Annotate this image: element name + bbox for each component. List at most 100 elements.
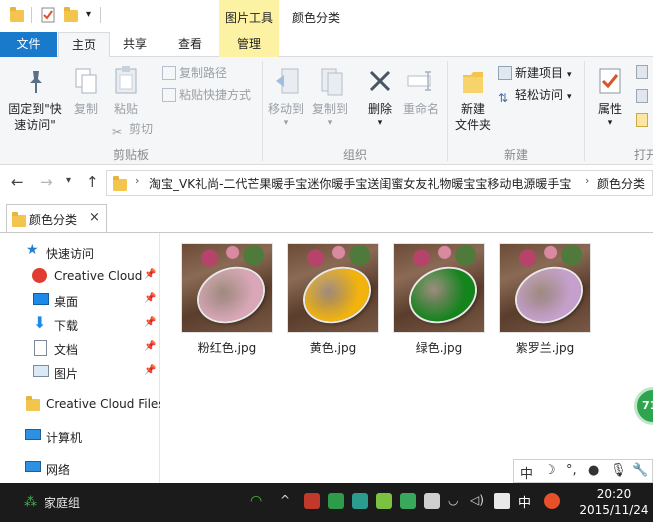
- history-icon[interactable]: [636, 113, 648, 127]
- copy-button[interactable]: 复制: [68, 63, 104, 123]
- breadcrumb-segment-current[interactable]: 颜色分类: [597, 175, 645, 192]
- nav-downloads[interactable]: ⬇ 下载 📌: [0, 313, 160, 335]
- breadcrumb-chevron-icon[interactable]: ›: [585, 174, 589, 187]
- copy-path-button[interactable]: 复制路径: [162, 65, 227, 81]
- show-hidden-icons-chevron-icon[interactable]: ^: [280, 493, 296, 509]
- folder-tab-icon: [12, 212, 26, 227]
- punctuation-icon[interactable]: °,: [566, 463, 577, 478]
- back-arrow-icon[interactable]: ←: [11, 173, 24, 191]
- delete-button[interactable]: 删除 ▾: [360, 63, 400, 137]
- customize-quick-access-icon[interactable]: ▾: [86, 9, 91, 20]
- new-folder-quick-icon[interactable]: [64, 7, 78, 23]
- sogou-icon[interactable]: [544, 493, 560, 509]
- file-thumbnail[interactable]: [181, 243, 273, 333]
- move-to-button[interactable]: 移动到 ▾: [266, 63, 306, 137]
- ime-indicator[interactable]: 中: [518, 492, 531, 511]
- tab-home[interactable]: 主页: [58, 32, 110, 58]
- nav-network[interactable]: 网络: [0, 457, 160, 479]
- address-bar[interactable]: › 淘宝_VK礼尚-二代芒果暖手宝迷你暖手宝送闺蜜女友礼物暖宝宝移动电源暖手宝 …: [106, 170, 653, 196]
- new-folder-button[interactable]: 新建 文件夹: [452, 63, 494, 137]
- pinned-icon: 📌: [144, 293, 157, 304]
- battery-icon[interactable]: [424, 493, 440, 509]
- breadcrumb-segment-parent[interactable]: 淘宝_VK礼尚-二代芒果暖手宝迷你暖手宝送闺蜜女友礼物暖宝宝移动电源暖手宝: [149, 175, 571, 192]
- tray-app-icon[interactable]: [328, 493, 344, 509]
- speed-badge-text: 71: [642, 399, 653, 412]
- close-tab-icon[interactable]: ×: [89, 210, 100, 225]
- open-group-label: 打开: [634, 148, 653, 162]
- nav-creative-cloud-files-label: Creative Cloud Files: [46, 397, 160, 411]
- nav-downloads-label: 下载: [54, 319, 79, 333]
- copy-to-button[interactable]: 复制到 ▾: [308, 63, 352, 137]
- nav-pictures[interactable]: 图片 📌: [0, 361, 160, 383]
- paste-shortcut-label: 粘贴快捷方式: [179, 88, 252, 102]
- user-icon[interactable]: ●: [588, 463, 599, 478]
- nav-creative-cloud-files[interactable]: Creative Cloud Files: [0, 393, 160, 415]
- new-item-button[interactable]: 新建项目 ▾: [498, 65, 572, 83]
- divider: [100, 7, 101, 23]
- homegroup-label[interactable]: 家庭组: [44, 494, 80, 511]
- folder-tab-strip: 颜色分类 ×: [0, 201, 653, 233]
- file-name[interactable]: 紫罗兰.jpg: [490, 339, 600, 356]
- divider: [31, 7, 32, 23]
- cut-button[interactable]: ✂ 剪切: [112, 121, 153, 139]
- tab-view[interactable]: 查看: [168, 32, 212, 57]
- network-tray-icon[interactable]: ◡: [448, 493, 464, 509]
- file-name[interactable]: 粉红色.jpg: [172, 339, 282, 356]
- nav-documents[interactable]: 文档 📌: [0, 337, 160, 359]
- paste-shortcut-button[interactable]: 粘贴快捷方式: [162, 87, 251, 103]
- folder-tab[interactable]: 颜色分类 ×: [6, 204, 107, 232]
- scissors-icon: ✂: [112, 125, 123, 139]
- file-thumbnail[interactable]: [499, 243, 591, 333]
- forward-arrow-icon[interactable]: →: [40, 173, 53, 191]
- moon-icon[interactable]: ☽: [544, 463, 556, 478]
- recent-locations-chevron-icon[interactable]: ▾: [66, 175, 71, 186]
- paste-button[interactable]: 粘贴: [106, 63, 146, 123]
- thumbnail-flowers: [394, 244, 484, 272]
- taskbar: ⁂ 家庭组 ◠ ^ ◡ ◁) 中 20:20 2015/11/24: [0, 483, 653, 522]
- new-folder-label-line2: 文件夹: [454, 118, 491, 132]
- pinned-icon: 📌: [144, 365, 157, 376]
- rename-button[interactable]: 重命名: [400, 63, 442, 137]
- wifi-icon[interactable]: ◠: [250, 493, 266, 509]
- tab-share[interactable]: 共享: [113, 32, 157, 57]
- new-folder-icon: [463, 72, 483, 93]
- nav-creative-cloud[interactable]: Creative Cloud 📌: [0, 265, 160, 287]
- paste-label: 粘贴: [113, 102, 138, 116]
- clock-time: 20:20: [596, 487, 632, 501]
- up-arrow-icon[interactable]: ↑: [86, 173, 99, 191]
- properties-dropdown-icon: ▾: [607, 118, 613, 128]
- file-thumbnail[interactable]: [393, 243, 485, 333]
- network-icon: [25, 461, 41, 472]
- microphone-icon[interactable]: 🎙: [610, 463, 627, 478]
- easy-access-button[interactable]: ⇅ 轻松访问 ▾: [498, 87, 572, 105]
- file-name[interactable]: 绿色.jpg: [384, 339, 494, 356]
- ribbon-tabs: 文件 主页 共享 查看 管理: [0, 32, 653, 58]
- file-name[interactable]: 黄色.jpg: [278, 339, 388, 356]
- new-group-label: 新建: [503, 148, 528, 162]
- rename-label: 重命名: [402, 102, 439, 116]
- picture-tools-context: 图片工具: [219, 0, 279, 34]
- clock[interactable]: 20:20 2015/11/24: [578, 486, 650, 518]
- tab-manage[interactable]: 管理: [219, 32, 279, 57]
- breadcrumb-chevron-icon[interactable]: ›: [135, 174, 139, 187]
- open-icon[interactable]: [636, 65, 648, 79]
- file-thumbnail[interactable]: [287, 243, 379, 333]
- ime-mode-label[interactable]: 中: [520, 463, 533, 482]
- copy-path-icon: [162, 66, 176, 80]
- edit-icon[interactable]: [636, 89, 648, 103]
- pin-to-quick-access-button[interactable]: 固定到"快 速访问": [2, 63, 68, 141]
- tray-app-icon[interactable]: [400, 493, 416, 509]
- properties-button[interactable]: 属性 ▾: [590, 63, 630, 137]
- tab-file[interactable]: 文件: [0, 32, 57, 57]
- volume-icon[interactable]: ◁): [470, 493, 486, 509]
- tray-app-icon[interactable]: [352, 493, 368, 509]
- tray-app-icon[interactable]: [304, 493, 320, 509]
- action-center-icon[interactable]: [494, 493, 510, 509]
- tray-app-icon[interactable]: [376, 493, 392, 509]
- nav-this-pc[interactable]: 计算机: [0, 425, 160, 447]
- properties-quick-icon[interactable]: [41, 7, 55, 23]
- nav-quick-access[interactable]: ★ 快速访问: [0, 241, 160, 263]
- nav-desktop[interactable]: 桌面 📌: [0, 289, 160, 311]
- wrench-icon[interactable]: 🔧: [632, 463, 648, 478]
- new-item-dropdown-icon: ▾: [567, 70, 572, 80]
